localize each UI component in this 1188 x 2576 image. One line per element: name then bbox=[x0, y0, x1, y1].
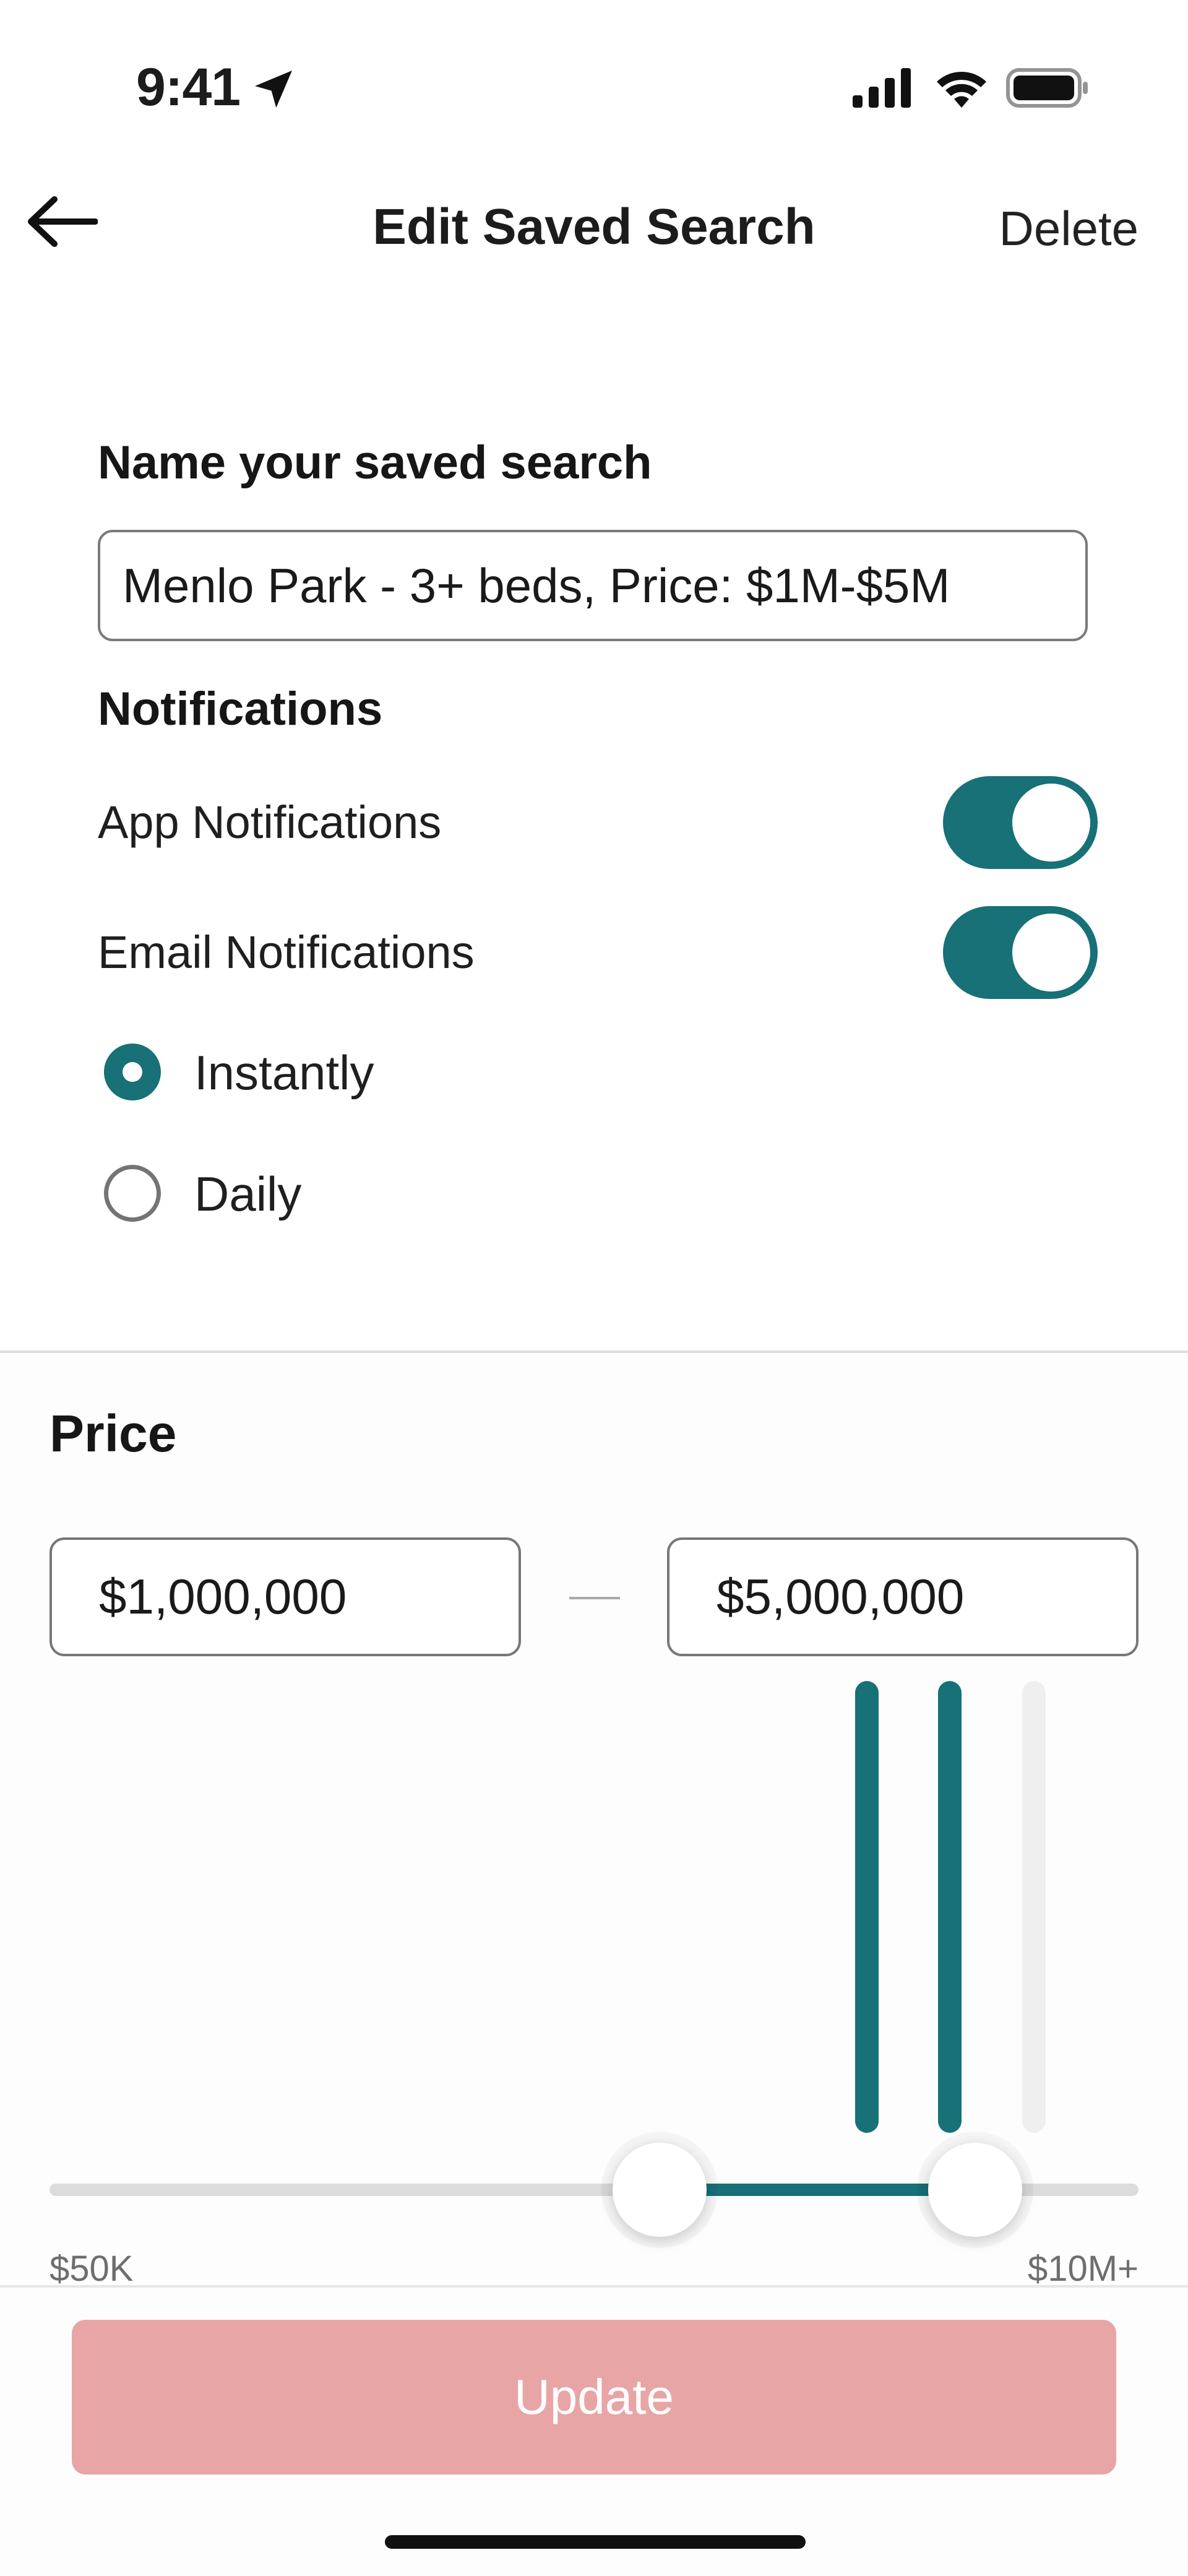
name-label: Name your saved search bbox=[98, 436, 652, 489]
max-price-input[interactable]: $5,000,000 bbox=[667, 1537, 1138, 1656]
price-slider-min-handle[interactable] bbox=[612, 2143, 707, 2237]
update-button[interactable]: Update bbox=[72, 2320, 1116, 2474]
app-notifications-label: App Notifications bbox=[98, 797, 442, 848]
histogram-bar bbox=[1022, 1681, 1046, 2133]
email-notifications-label: Email Notifications bbox=[98, 927, 475, 978]
radio-daily[interactable] bbox=[104, 1165, 161, 1222]
battery-icon bbox=[1006, 68, 1088, 108]
daily-label: Daily bbox=[194, 1167, 302, 1221]
min-price-input[interactable]: $1,000,000 bbox=[50, 1537, 521, 1656]
saved-search-name-input[interactable] bbox=[98, 530, 1088, 641]
range-dash bbox=[569, 1597, 620, 1599]
status-time: 9:41 bbox=[136, 58, 241, 117]
price-slider-max-handle[interactable] bbox=[928, 2143, 1022, 2237]
toggle-knob bbox=[1012, 914, 1090, 992]
radio-instantly[interactable] bbox=[104, 1044, 161, 1100]
email-notifications-toggle[interactable] bbox=[943, 906, 1098, 999]
toggle-knob bbox=[1012, 784, 1090, 862]
price-heading: Price bbox=[50, 1404, 177, 1463]
radio-dot bbox=[123, 1062, 142, 1082]
instantly-label: Instantly bbox=[194, 1045, 374, 1100]
delete-button[interactable]: Delete bbox=[999, 201, 1138, 257]
cellular-signal-icon bbox=[853, 68, 911, 108]
footer-divider bbox=[0, 2285, 1188, 2288]
wifi-icon bbox=[937, 72, 986, 108]
location-arrow-icon bbox=[255, 71, 292, 108]
notifications-heading: Notifications bbox=[98, 683, 383, 735]
range-max-label: $10M+ bbox=[1028, 2249, 1138, 2289]
home-indicator bbox=[385, 2535, 806, 2549]
range-min-label: $50K bbox=[50, 2249, 134, 2289]
histogram-bar bbox=[855, 1681, 879, 2133]
app-notifications-toggle[interactable] bbox=[943, 776, 1098, 869]
histogram-bar bbox=[938, 1681, 962, 2133]
